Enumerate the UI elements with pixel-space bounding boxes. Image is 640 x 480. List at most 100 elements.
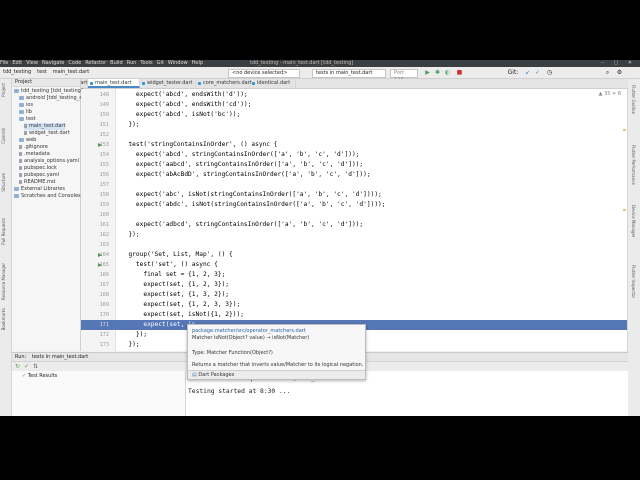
tool-window-project[interactable]: Project [1,83,6,97]
tree-item[interactable]: lib [19,109,32,116]
doc-path[interactable]: package:matcher/src/operator_matchers.da… [192,328,306,334]
tool-window-pull-requests[interactable]: Pull Requests [1,218,6,245]
folder-icon [14,186,19,191]
code-line[interactable]: 170 expect(set, isNot({1, 2})); [81,310,627,320]
code-editor[interactable]: 148 expect('abcd', endsWith('d')); 149 ex… [81,89,627,351]
git-commit-icon[interactable]: ✓ [534,69,541,76]
menu-item-window[interactable]: Window [168,60,188,66]
rerun-icon[interactable]: ↻ [15,363,20,370]
history-icon[interactable]: ◷ [546,69,553,76]
right-tool-strip: Flutter Outline Flutter Performance Device… [627,79,640,416]
code-line[interactable]: 165 test('set', () async { [81,260,627,270]
code-line[interactable]: 159 expect('abdc', isNot(stringContainsI… [81,200,627,210]
tree-item[interactable]: pubspec.lock [19,165,57,172]
code-line[interactable]: 164 group('Set, List, Map', () { [81,250,627,260]
code-line[interactable]: 160 [81,210,627,220]
code-line[interactable]: 151 }); [81,120,627,130]
passed-filter-icon[interactable]: ✓ [24,363,29,370]
tree-item[interactable]: main_test.dart [24,123,66,130]
tree-item[interactable]: .gitignore [19,144,48,151]
line-number: 152 [99,132,109,138]
folder-icon [14,193,19,198]
tab-widget-tester-dart[interactable]: widget_tester.dart [140,79,196,88]
code-line[interactable]: 167 expect(set, {1, 2, 3}); [81,280,627,290]
run-test-icon[interactable] [98,263,102,267]
tree-item[interactable]: External Libraries [14,186,65,193]
run-icon[interactable]: ▶ [424,69,431,76]
tab-core-matchers-dart[interactable]: core_matchers.dart [196,79,252,88]
settings-icon[interactable]: ⚙ [616,69,623,76]
tree-item[interactable]: ios [19,102,33,109]
tool-window-flutter-inspector[interactable]: Flutter Inspector [631,265,636,298]
tool-window-bookmarks[interactable]: Bookmarks [1,308,6,330]
tool-window-flutter-performance[interactable]: Flutter Performance [631,145,636,185]
test-results-item[interactable]: ✓ Test Results [22,373,57,379]
code-line[interactable]: 166 final set = {1, 2, 3}; [81,270,627,280]
breadcrumb-item[interactable]: test [37,69,47,75]
debug-icon[interactable]: ✱ [434,69,441,76]
code-line[interactable]: 161 expect('adbcd', stringContainsInOrde… [81,220,627,230]
window-controls[interactable]: – ▢ ✕ [601,60,636,67]
code-line[interactable]: 169 expect(set, {1, 2, 3, 3}); [81,300,627,310]
tool-window-device-manager[interactable]: Device Manager [631,205,636,237]
breadcrumb-item[interactable]: tdd_testing [3,69,31,75]
sort-icon[interactable]: ⇅ [33,363,38,370]
tab-main-test-dart[interactable]: main_test.dart [88,79,140,88]
menu-item-git[interactable]: Git [157,60,164,66]
code-text: expect('abcd', stringContainsInOrder(['a… [121,151,360,158]
tree-item[interactable]: pubspec.yaml [19,172,59,179]
tree-item[interactable]: web [19,137,36,144]
tree-item[interactable]: Scratches and Consoles [14,193,81,200]
run-tab-title[interactable]: tests in main_test.dart [32,354,88,360]
menu-item-navigate[interactable]: Navigate [42,60,64,66]
menu-item-code[interactable]: Code [68,60,81,66]
code-line[interactable]: 148 expect('abcd', endsWith('d')); [81,90,627,100]
code-line[interactable]: 153 test('stringContainsInOrder', () asy… [81,140,627,150]
stop-icon[interactable]: ■ [456,69,463,76]
code-line[interactable]: 149 expect('abcd', endsWith('cd')); [81,100,627,110]
menu-item-edit[interactable]: Edit [12,60,22,66]
code-line[interactable]: 156 expect('abAcBdD', stringContainsInOr… [81,170,627,180]
code-line[interactable]: 150 expect('abcd', isNot('bc')); [81,110,627,120]
coverage-icon[interactable]: ◐ [444,69,451,76]
breadcrumb-item[interactable]: main_test.dart [53,69,89,75]
tool-window-structure[interactable]: Structure [1,173,6,192]
code-line[interactable]: 162 }); [81,230,627,240]
menu-item-view[interactable]: View [26,60,38,66]
code-line[interactable]: 152 [81,130,627,140]
code-line[interactable]: 168 expect(set, {1, 3, 2}); [81,290,627,300]
run-test-icon[interactable] [98,253,102,257]
device-selector[interactable]: <no device selected> [228,69,300,78]
check-icon: ✓ [22,373,27,379]
tool-window-commit[interactable]: Commit [1,128,6,144]
tree-item[interactable]: README.md [19,179,55,186]
tree-item[interactable]: tdd_testing [tdd_testing] [14,88,83,95]
menu-item-build[interactable]: Build [110,60,123,66]
tree-item[interactable]: .metadata [19,151,50,158]
menu-item-run[interactable]: Run [127,60,137,66]
run-test-icon[interactable] [98,143,102,147]
port-field[interactable]: Port 123 [390,69,418,83]
folder-icon [19,95,24,100]
code-line[interactable]: 163 [81,240,627,250]
tree-item[interactable]: test [19,116,36,123]
tree-item[interactable]: widget_test.dart [24,130,70,137]
run-config-selector[interactable]: tests in main_test.dart [312,69,386,78]
folder-icon [19,102,24,107]
search-icon[interactable]: ⌕ [604,69,611,76]
tool-window-flutter-outline[interactable]: Flutter Outline [631,85,636,114]
menu-item-help[interactable]: Help [192,60,203,66]
code-line[interactable]: 158 expect('abc', isNot(stringContainsIn… [81,190,627,200]
tool-window-resource-manager[interactable]: Resource Manager [1,263,6,300]
code-line[interactable]: 155 expect('aabcd', stringContainsInOrde… [81,160,627,170]
menu-item-file[interactable]: File [0,60,8,66]
menu-item-tools[interactable]: Tools [140,60,152,66]
inspection-counter[interactable]: ▲ 35 ✕ 8 [599,91,621,97]
code-line[interactable]: 157 [81,180,627,190]
git-update-icon[interactable]: ↙ [524,69,531,76]
tree-item[interactable]: android [tdd_testing_a [19,95,82,102]
menu-item-refactor[interactable]: Refactor [85,60,106,66]
tab-identical-dart[interactable]: identical.dart [250,79,296,88]
tree-item[interactable]: analysis_options.yaml [19,158,79,165]
code-line[interactable]: 154 expect('abcd', stringContainsInOrder… [81,150,627,160]
